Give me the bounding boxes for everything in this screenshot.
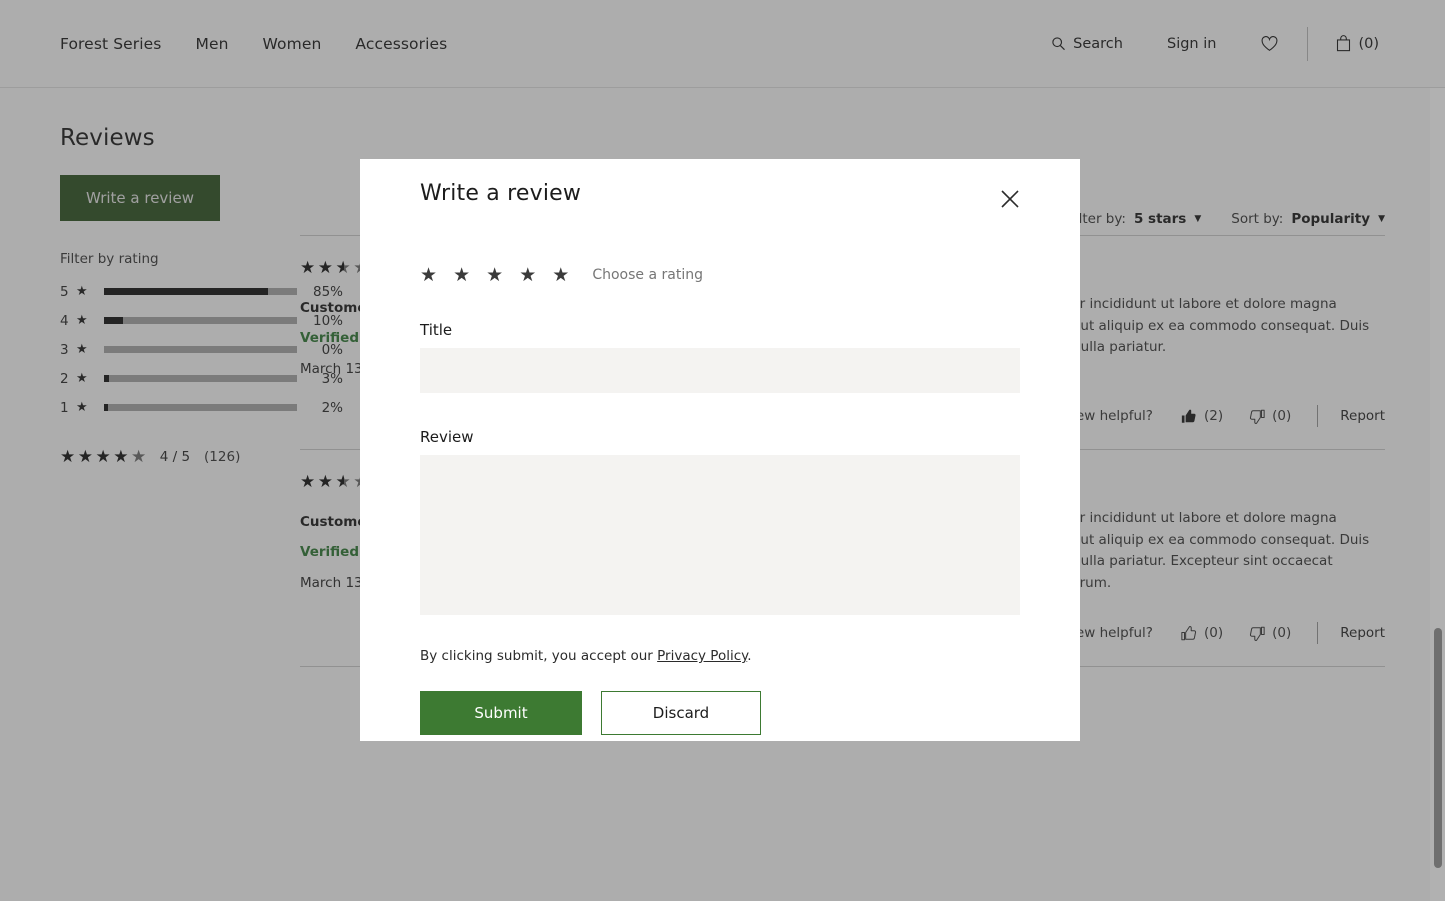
privacy-notice: By clicking submit, you accept our Priva… (420, 648, 1020, 664)
title-field-label: Title (420, 321, 1020, 339)
scrollbar-thumb[interactable] (1434, 628, 1442, 868)
privacy-prefix: By clicking submit, you accept our (420, 648, 657, 664)
rating-picker[interactable]: ★ ★ ★ ★ ★ Choose a rating (420, 264, 1020, 286)
close-icon (998, 187, 1022, 211)
rating-picker-stars[interactable]: ★ ★ ★ ★ ★ (420, 264, 574, 286)
review-field-label: Review (420, 428, 1020, 446)
review-textarea[interactable] (420, 455, 1020, 615)
rating-picker-hint: Choose a rating (592, 267, 703, 283)
submit-button[interactable]: Submit (420, 691, 582, 735)
privacy-policy-link[interactable]: Privacy Policy (657, 648, 747, 664)
modal-title: Write a review (420, 181, 581, 206)
modal-actions: Submit Discard (420, 691, 1020, 735)
page-scrollbar[interactable] (1430, 88, 1445, 901)
modal-header: Write a review (420, 159, 1020, 215)
privacy-suffix: . (747, 648, 751, 664)
write-review-modal: Write a review ★ ★ ★ ★ ★ Choose a rating… (360, 159, 1080, 741)
discard-button[interactable]: Discard (601, 691, 761, 735)
close-button[interactable] (994, 183, 1026, 215)
title-input[interactable] (420, 348, 1020, 393)
